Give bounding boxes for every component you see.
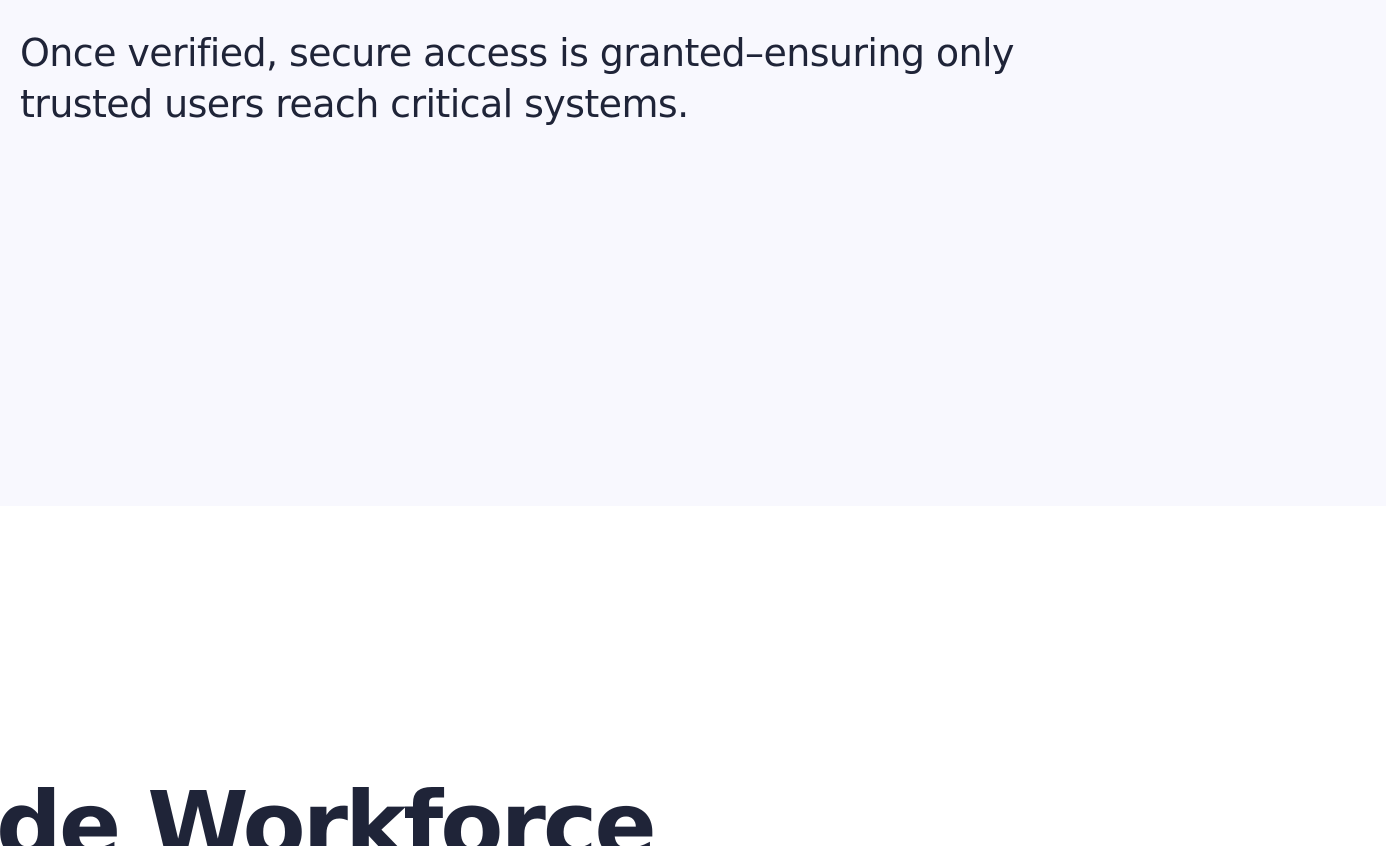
feature-description: Once verified, secure access is granted–… [20, 31, 1014, 126]
workforce-section: de Workforce [0, 506, 1386, 846]
feature-card: Once verified, secure access is granted–… [0, 0, 1386, 506]
section-heading: de Workforce [0, 772, 657, 846]
